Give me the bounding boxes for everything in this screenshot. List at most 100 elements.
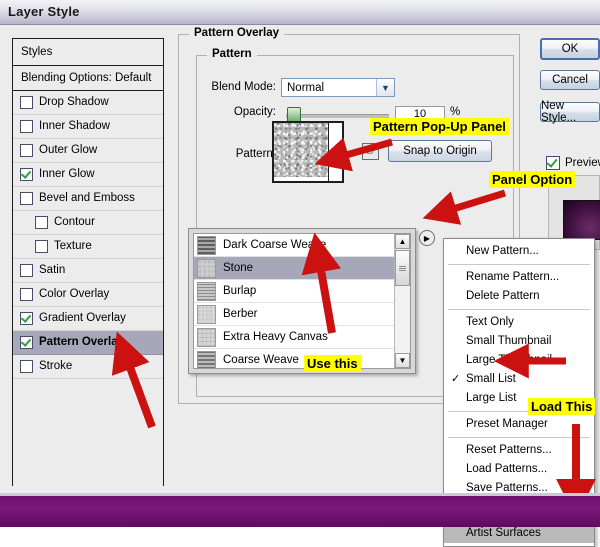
note-load-this: Load This [528,398,595,415]
opacity-slider-thumb[interactable] [287,107,301,122]
style-item-label: Drop Shadow [39,91,109,114]
style-item-checkbox[interactable] [20,336,33,349]
ok-button[interactable]: OK [540,38,600,60]
style-item-checkbox[interactable] [20,312,33,325]
scroll-down-icon[interactable]: ▼ [395,353,410,368]
pattern-list-item[interactable]: Extra Heavy Canvas [194,326,395,349]
pattern-swatch-picker[interactable]: ▼ [272,121,344,183]
pattern-thumbnail-icon [197,351,216,370]
style-item-label: Stroke [39,355,72,378]
style-item-checkbox[interactable] [20,264,33,277]
style-item-label: Bevel and Emboss [39,187,135,210]
note-use-this: Use this [304,355,361,372]
style-item-contour[interactable]: Contour [13,211,163,235]
context-menu-separator [448,309,590,310]
bottom-purple-band [0,496,600,527]
window-titlebar: Layer Style [0,0,600,25]
panel-options-button[interactable]: ▶ [419,230,435,246]
new-preset-button[interactable]: ▱ [362,143,379,160]
context-menu-item-rename-pattern[interactable]: Rename Pattern... [444,268,594,287]
pattern-thumbnail-icon [197,236,216,255]
pattern-thumbnail-icon [197,305,216,324]
pattern-label: Pattern: [196,148,276,160]
context-menu-item-reset-patterns[interactable]: Reset Patterns... [444,441,594,460]
snap-to-origin-button[interactable]: Snap to Origin [388,140,492,162]
style-item-pattern-overlay[interactable]: Pattern Overlay [13,331,163,355]
style-item-checkbox[interactable] [35,216,48,229]
pattern-list-scrollbar[interactable]: ▲ ▼ [394,234,410,368]
opacity-unit: % [450,106,464,118]
style-item-label: Contour [54,211,95,234]
scrollbar-thumb[interactable] [395,250,410,286]
style-item-label: Texture [54,235,92,258]
pattern-list-item[interactable]: Dark Coarse Weave [194,234,395,257]
pattern-list: Dark Coarse Weave Stone Burlap Berber Extra … [194,234,395,368]
style-item-texture[interactable]: Texture [13,235,163,259]
blend-mode-label: Blend Mode: [196,81,276,93]
style-item-checkbox[interactable] [35,240,48,253]
pattern-list-item[interactable]: Coarse Weave [194,349,395,369]
context-menu-item-preset-manager[interactable]: Preset Manager [444,415,594,434]
layer-style-dialog: Styles Blending Options: Default Drop Sh… [0,25,600,495]
style-item-inner-glow[interactable]: Inner Glow [13,163,163,187]
context-menu-separator [448,264,590,265]
style-item-checkbox[interactable] [20,120,33,133]
style-item-satin[interactable]: Satin [13,259,163,283]
preview-checkbox-row[interactable]: Preview [546,156,600,170]
pattern-list-item[interactable]: Burlap [194,280,395,303]
new-style-button[interactable]: New Style... [540,102,600,122]
style-item-checkbox[interactable] [20,192,33,205]
style-item-checkbox[interactable] [20,168,33,181]
style-item-gradient-overlay[interactable]: Gradient Overlay [13,307,163,331]
style-preview-swatch [563,200,600,240]
chevron-down-icon: ▼ [376,79,394,96]
style-item-inner-shadow[interactable]: Inner Shadow [13,115,163,139]
pattern-list-item-label: Berber [223,308,258,320]
pattern-dropdown-arrow-icon[interactable]: ▼ [328,123,341,181]
context-menu-item-small-thumbnail[interactable]: Small Thumbnail [444,332,594,351]
blending-options-row[interactable]: Blending Options: Default [13,66,163,91]
preview-checkbox[interactable] [546,156,560,170]
style-item-drop-shadow[interactable]: Drop Shadow [13,91,163,115]
note-panel-option: Panel Option [489,171,575,188]
pattern-thumbnail-icon [197,282,216,301]
cancel-button[interactable]: Cancel [540,70,600,90]
pattern-thumbnail-icon [197,259,216,278]
pattern-popup-inner: Dark Coarse Weave Stone Burlap Berber Extra … [193,233,411,369]
window-title: Layer Style [8,4,80,19]
context-menu-item-small-list[interactable]: Small List [444,370,594,389]
style-item-label: Pattern Overlay [39,331,124,354]
context-menu-item-delete-pattern[interactable]: Delete Pattern [444,287,594,306]
pattern-list-item-label: Extra Heavy Canvas [223,331,328,343]
pattern-list-item[interactable]: Berber [194,303,395,326]
context-menu-item-text-only[interactable]: Text Only [444,313,594,332]
context-menu-item-load-patterns[interactable]: Load Patterns... [444,460,594,479]
style-effect-list: Drop ShadowInner ShadowOuter GlowInner G… [13,91,163,499]
blend-mode-value: Normal [282,82,376,94]
style-item-checkbox[interactable] [20,360,33,373]
pattern-thumbnail [274,123,328,177]
scroll-up-icon[interactable]: ▲ [395,234,410,249]
pattern-group-title: Pattern [207,48,257,60]
style-item-checkbox[interactable] [20,96,33,109]
preview-label: Preview [565,157,600,169]
style-item-label: Color Overlay [39,283,109,306]
pattern-list-item[interactable]: Stone [194,257,395,280]
style-item-checkbox[interactable] [20,288,33,301]
style-item-stroke[interactable]: Stroke [13,355,163,379]
style-item-label: Inner Shadow [39,115,110,138]
styles-panel: Styles Blending Options: Default Drop Sh… [12,38,164,486]
pattern-list-item-label: Burlap [223,285,256,297]
style-item-label: Satin [39,259,65,282]
pattern-list-item-label: Stone [223,262,253,274]
blend-mode-select[interactable]: Normal ▼ [281,78,395,97]
context-menu-item-new-pattern[interactable]: New Pattern... [444,242,594,261]
note-pattern-popup-panel: Pattern Pop-Up Panel [370,118,509,135]
pattern-popup-panel[interactable]: Dark Coarse Weave Stone Burlap Berber Extra … [188,228,416,374]
style-item-checkbox[interactable] [20,144,33,157]
context-menu-separator [448,437,590,438]
style-item-color-overlay[interactable]: Color Overlay [13,283,163,307]
context-menu-item-large-thumbnail[interactable]: Large Thumbnail [444,351,594,370]
style-item-outer-glow[interactable]: Outer Glow [13,139,163,163]
style-item-bevel-and-emboss[interactable]: Bevel and Emboss [13,187,163,211]
